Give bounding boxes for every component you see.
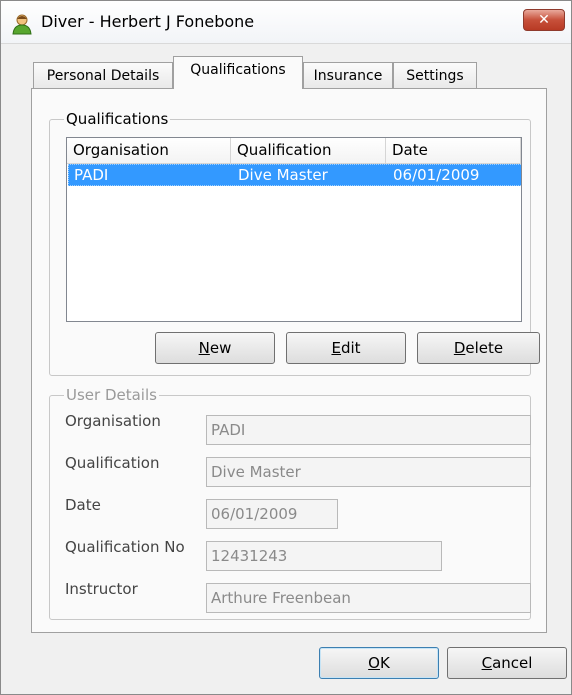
window-title: Diver - Herbert J Fonebone [41,12,255,31]
tab-label: Settings [406,68,464,84]
organisation-field[interactable]: PADI [206,415,531,445]
cancel-button-mnemonic: C [481,654,493,672]
tab-qualifications[interactable]: Qualifications [173,56,303,89]
column-header-date[interactable]: Date [386,138,521,163]
cancel-button-label: ancel [492,654,533,672]
cell-qualification: Dive Master [238,166,328,184]
qualifications-list[interactable]: Organisation Qualification Date PADI Div… [66,137,522,322]
qualification-no-field[interactable]: 12431243 [206,541,442,571]
ok-button[interactable]: OK [319,647,439,679]
tab-personal-details[interactable]: Personal Details [33,62,173,89]
cell-date: 06/01/2009 [393,166,480,184]
new-button-mnemonic: N [198,339,210,357]
date-label: Date [65,496,101,514]
ok-button-mnemonic: O [368,654,380,672]
qualification-label: Qualification [65,454,160,472]
instructor-label: Instructor [65,580,138,598]
delete-button-label: elete [465,339,504,357]
close-icon: ✕ [538,12,550,28]
tab-label: Insurance [313,68,383,84]
edit-button[interactable]: Edit [286,332,406,364]
ok-button-label: K [379,654,390,672]
edit-button-label: dit [340,339,361,357]
diver-dialog-window: Diver - Herbert J Fonebone ✕ Personal De… [0,0,572,695]
tab-label: Qualifications [190,62,286,78]
new-button-label: ew [209,339,232,357]
qualifications-group: Qualifications Organisation Qualificatio… [49,110,540,376]
user-details-group: User Details Organisation PADI Qualifica… [49,386,531,620]
delete-button[interactable]: Delete [417,332,540,364]
column-header-organisation[interactable]: Organisation [67,138,231,163]
tab-label: Personal Details [46,68,160,84]
tab-insurance[interactable]: Insurance [303,62,393,89]
cancel-button[interactable]: Cancel [447,647,567,679]
column-header-qualification[interactable]: Qualification [231,138,386,163]
instructor-field[interactable]: Arthure Freenbean [206,583,531,613]
organisation-label: Organisation [65,412,161,430]
qualifications-group-title: Qualifications [64,110,171,128]
close-button[interactable]: ✕ [523,9,565,31]
tab-settings[interactable]: Settings [393,62,477,89]
qualification-no-label: Qualification No [65,538,185,556]
diver-user-icon [11,13,33,35]
date-field[interactable]: 06/01/2009 [206,499,338,529]
list-header: Organisation Qualification Date [67,138,521,164]
qualifications-tab-panel: Qualifications Organisation Qualificatio… [31,88,547,633]
cell-organisation: PADI [74,166,109,184]
user-details-group-title: User Details [64,386,159,404]
edit-button-mnemonic: E [331,339,341,357]
list-item[interactable]: PADI Dive Master 06/01/2009 [68,164,521,186]
qualification-field[interactable]: Dive Master [206,457,531,487]
title-bar[interactable]: Diver - Herbert J Fonebone ✕ [1,1,571,44]
delete-button-mnemonic: D [453,339,466,357]
new-button[interactable]: New [155,332,275,364]
